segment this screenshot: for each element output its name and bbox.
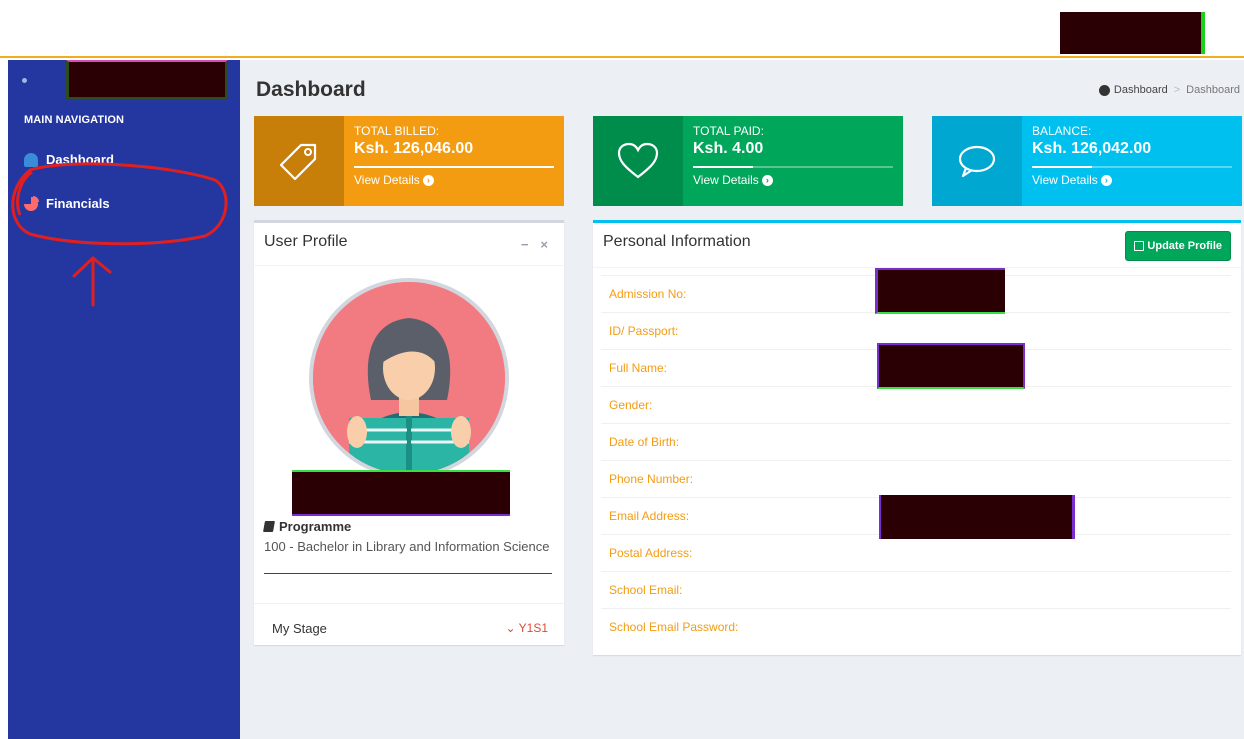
red-circle-annotation	[11, 162, 228, 246]
red-arrow-annotation	[72, 256, 112, 307]
red-annotation-overlay	[11, 162, 228, 307]
